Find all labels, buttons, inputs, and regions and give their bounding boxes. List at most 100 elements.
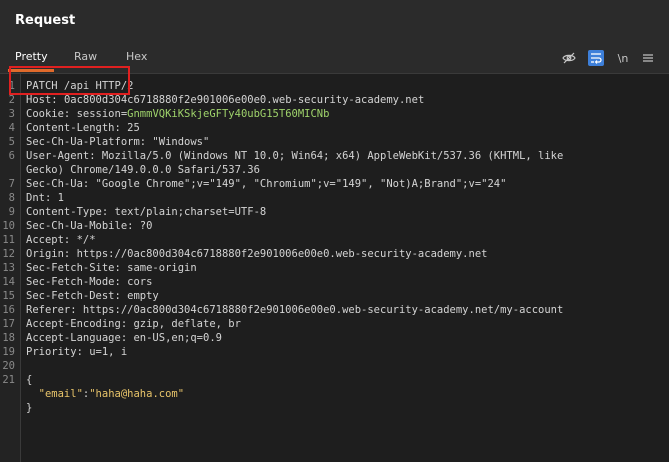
line-number: 18 bbox=[2, 332, 15, 344]
tab-raw[interactable]: Raw bbox=[74, 50, 97, 63]
line-number: 5 bbox=[8, 136, 15, 148]
code-token: GnmmVQKiKSkjeGFTy40ubG15T60MICNb bbox=[127, 108, 330, 120]
line-number: 14 bbox=[2, 276, 15, 288]
line-number: 2 bbox=[8, 94, 15, 106]
line-number: 20 bbox=[2, 360, 15, 372]
code-line: 4 Content-Length: 25 bbox=[0, 121, 669, 135]
line-number: 12 bbox=[2, 248, 15, 260]
hide-icon[interactable] bbox=[561, 50, 577, 66]
wrap-icon[interactable] bbox=[588, 50, 604, 66]
line-number: 6 bbox=[8, 150, 15, 162]
code-token: Sec-Ch-Ua: "Google Chrome";v="149", "Chr… bbox=[26, 178, 507, 190]
code-token: "email" bbox=[26, 388, 83, 400]
line-content: Content-Type: text/plain;charset=UTF-8 bbox=[26, 205, 665, 219]
line-content: Referer: https://0ac800d304c6718880f2e90… bbox=[26, 303, 665, 317]
line-number: 15 bbox=[2, 290, 15, 302]
line-content: Sec-Fetch-Dest: empty bbox=[26, 289, 665, 303]
code-line: 7 Sec-Ch-Ua: "Google Chrome";v="149", "Ch… bbox=[0, 177, 669, 191]
newline-icon[interactable]: \n bbox=[615, 50, 631, 66]
line-content: "email":"haha@haha.com" bbox=[26, 387, 665, 401]
code-line: 9 Content-Type: text/plain;charset=UTF-8 bbox=[0, 205, 669, 219]
line-content: Accept-Encoding: gzip, deflate, br bbox=[26, 317, 665, 331]
code-token: Sec-Fetch-Mode: cors bbox=[26, 276, 153, 288]
request-line-highlight bbox=[9, 66, 130, 95]
code-token: Accept: */* bbox=[26, 234, 96, 246]
code-line: 6 User-Agent: Mozilla/5.0 (Windows NT 10.… bbox=[0, 149, 669, 163]
code-line: 13 Sec-Fetch-Site: same-origin bbox=[0, 261, 669, 275]
line-content: Dnt: 1 bbox=[26, 191, 665, 205]
line-content: { bbox=[26, 373, 665, 387]
line-content: Origin: https://0ac800d304c6718880f2e901… bbox=[26, 247, 665, 261]
code-line: 21 { bbox=[0, 373, 669, 387]
line-content: User-Agent: Mozilla/5.0 (Windows NT 10.0… bbox=[26, 149, 665, 163]
line-number: 17 bbox=[2, 318, 15, 330]
line-content: Sec-Ch-Ua-Mobile: ?0 bbox=[26, 219, 665, 233]
code-token: "haha@haha.com" bbox=[89, 388, 185, 400]
code-line: 8 Dnt: 1 bbox=[0, 191, 669, 205]
line-content: Gecko) Chrome/149.0.0.0 Safari/537.36 bbox=[26, 163, 665, 177]
code-line: 14 Sec-Fetch-Mode: cors bbox=[0, 275, 669, 289]
line-content: Sec-Fetch-Mode: cors bbox=[26, 275, 665, 289]
code-token: Host: bbox=[26, 94, 64, 106]
line-number: 21 bbox=[2, 374, 15, 386]
line-number: 3 bbox=[8, 108, 15, 120]
code-token: Sec-Fetch-Dest: empty bbox=[26, 290, 159, 302]
code-token: Cookie: bbox=[26, 108, 77, 120]
code-token: } bbox=[26, 402, 33, 414]
line-number: 9 bbox=[8, 206, 15, 218]
code-token: Accept-Encoding: gzip, deflate, br bbox=[26, 318, 241, 330]
line-number: 16 bbox=[2, 304, 15, 316]
line-content: Priority: u=1, i bbox=[26, 345, 665, 359]
code-token: User-Agent: Mozilla/5.0 (Windows NT 10.0… bbox=[26, 150, 564, 162]
code-line: 19 Priority: u=1, i bbox=[0, 345, 669, 359]
code-line: "email":"haha@haha.com" bbox=[0, 387, 669, 401]
code-line: 10 Sec-Ch-Ua-Mobile: ?0 bbox=[0, 219, 669, 233]
code-token: Accept-Language: en-US,en;q=0.9 bbox=[26, 332, 222, 344]
code-token: Sec-Fetch-Site: same-origin bbox=[26, 262, 197, 274]
line-number: 13 bbox=[2, 262, 15, 274]
line-content: Sec-Ch-Ua: "Google Chrome";v="149", "Chr… bbox=[26, 177, 665, 191]
line-content: Accept-Language: en-US,en;q=0.9 bbox=[26, 331, 665, 345]
code-token: Referer: https://0ac800d304c6718880f2e90… bbox=[26, 304, 564, 316]
code-line: 17 Accept-Encoding: gzip, deflate, br bbox=[0, 317, 669, 331]
code-token: Sec-Ch-Ua-Mobile: ?0 bbox=[26, 220, 153, 232]
line-number: 8 bbox=[8, 192, 15, 204]
code-token: Sec-Ch-Ua-Platform: "Windows" bbox=[26, 136, 210, 148]
panel-title: Request bbox=[15, 13, 76, 28]
line-content: Sec-Fetch-Site: same-origin bbox=[26, 261, 665, 275]
code-token: Origin: https://0ac800d304c6718880f2e901… bbox=[26, 248, 488, 260]
request-editor[interactable]: 1 PATCH /api HTTP/2 2 Host: 0ac800d304c6718… bbox=[0, 73, 669, 462]
code-line: 16 Referer: https://0ac800d304c6718880f2e… bbox=[0, 303, 669, 317]
code-token: { bbox=[26, 374, 33, 386]
code-line: 20 bbox=[0, 359, 669, 373]
code-token: session= bbox=[76, 108, 128, 120]
code-token: Content-Length: 25 bbox=[26, 122, 140, 134]
line-content: } bbox=[26, 401, 665, 415]
line-number: 11 bbox=[2, 234, 15, 246]
line-content: Accept: */* bbox=[26, 233, 665, 247]
code-token: 0ac800d304c6718880f2e901006e00e0.web-sec… bbox=[63, 94, 425, 106]
line-number: 4 bbox=[8, 122, 15, 134]
menu-icon[interactable] bbox=[640, 50, 656, 66]
code-line: 18 Accept-Language: en-US,en;q=0.9 bbox=[0, 331, 669, 345]
line-content: Content-Length: 25 bbox=[26, 121, 665, 135]
code-line: Gecko) Chrome/149.0.0.0 Safari/537.36 bbox=[0, 163, 669, 177]
code-token: Content-Type: text/plain;charset=UTF-8 bbox=[26, 206, 267, 218]
code-token: Gecko) Chrome/149.0.0.0 Safari/537.36 bbox=[26, 164, 260, 176]
tab-pretty[interactable]: Pretty bbox=[15, 50, 48, 63]
code-line: 3 Cookie: session=GnmmVQKiKSkjeGFTy40ubG1… bbox=[0, 107, 669, 121]
tab-hex[interactable]: Hex bbox=[126, 50, 147, 63]
code-token: Priority: u=1, i bbox=[26, 346, 128, 358]
code-token: Dnt: 1 bbox=[26, 192, 64, 204]
line-number: 10 bbox=[2, 220, 15, 232]
line-content: Host: 0ac800d304c6718880f2e901006e00e0.w… bbox=[26, 93, 665, 107]
line-number: 7 bbox=[8, 178, 15, 190]
code-line: 5 Sec-Ch-Ua-Platform: "Windows" bbox=[0, 135, 669, 149]
line-content: Sec-Ch-Ua-Platform: "Windows" bbox=[26, 135, 665, 149]
code-line: } bbox=[0, 401, 669, 415]
line-content: Cookie: session=GnmmVQKiKSkjeGFTy40ubG15… bbox=[26, 107, 665, 121]
code-line: 2 Host: 0ac800d304c6718880f2e901006e00e0.… bbox=[0, 93, 669, 107]
line-number: 19 bbox=[2, 346, 15, 358]
request-lines: 1 PATCH /api HTTP/2 2 Host: 0ac800d304c6718… bbox=[0, 79, 669, 415]
code-line: 11 Accept: */* bbox=[0, 233, 669, 247]
